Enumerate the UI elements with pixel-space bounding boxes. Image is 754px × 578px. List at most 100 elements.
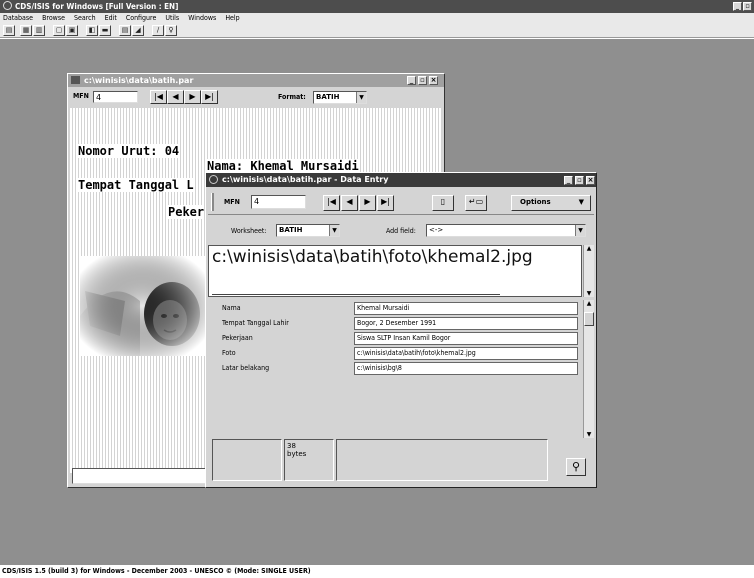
- data-entry-title-bar: c:\winisis\data\batih.par - Data Entry: [206, 173, 596, 187]
- field-value[interactable]: c:\winisis\data\batih\foto\khemal2.jpg: [354, 347, 578, 360]
- field-row[interactable]: Tempat Tanggal Lahir Bogor, 2 Desember 1…: [208, 317, 582, 330]
- editor-scrollbar[interactable]: ▲ ▼: [583, 245, 594, 297]
- first-record-button[interactable]: |◀: [150, 90, 167, 104]
- browse-minimize-button[interactable]: _: [407, 76, 416, 85]
- add-field-value: <->: [429, 226, 444, 234]
- record-line-nomor: Nomor Urut: 04: [78, 144, 180, 158]
- options-label: Options: [520, 198, 551, 206]
- scroll-up-icon[interactable]: ▲: [584, 245, 594, 252]
- index-icon[interactable]: ▤: [119, 25, 131, 36]
- field-value[interactable]: c:\winisis\bg\8: [354, 362, 578, 375]
- menu-utils[interactable]: Utils: [165, 13, 179, 24]
- minimize-button[interactable]: _: [733, 2, 742, 11]
- chevron-down-icon: ▼: [578, 198, 584, 206]
- new-record-icon[interactable]: ▯: [432, 195, 454, 211]
- save-record-icon[interactable]: ↵▭: [465, 195, 487, 211]
- toolbar-grip: [211, 193, 214, 211]
- entry-last-record-button[interactable]: ▶|: [377, 195, 394, 211]
- options-dropdown[interactable]: Options ▼: [511, 195, 591, 211]
- browse-close-button[interactable]: ×: [429, 76, 438, 85]
- edit-icon[interactable]: ◢: [132, 25, 144, 36]
- window-icon: [209, 175, 218, 184]
- field-label: Pekerjaan: [222, 334, 253, 342]
- app-title-bar: CDS/ISIS for Windows [Full Version : EN]…: [0, 0, 754, 13]
- record-size-value: 38: [287, 442, 296, 450]
- data-entry-title: c:\winisis\data\batih.par - Data Entry: [222, 175, 389, 184]
- format-select[interactable]: BATIH ▼: [313, 91, 367, 104]
- menu-configure[interactable]: Configure: [126, 13, 157, 24]
- field-label: Foto: [222, 349, 236, 357]
- last-record-button[interactable]: ▶|: [201, 90, 218, 104]
- app-icon: [3, 1, 12, 10]
- next-record-button[interactable]: ▶: [184, 90, 201, 104]
- data-entry-window: c:\winisis\data\batih.par - Data Entry _…: [205, 172, 597, 488]
- chevron-down-icon[interactable]: ▼: [329, 225, 339, 236]
- restore-button[interactable]: ▫: [743, 2, 752, 11]
- save-icon[interactable]: ▦: [20, 25, 32, 36]
- menu-browse[interactable]: Browse: [42, 13, 65, 24]
- menu-edit[interactable]: Edit: [105, 13, 117, 24]
- entry-next-record-button[interactable]: ▶: [359, 195, 376, 211]
- status-cell-3: [336, 439, 548, 481]
- worksheet-value: BATIH: [279, 226, 303, 234]
- current-field-editor[interactable]: c:\winisis\data\batih\foto\khemal2.jpg: [208, 245, 582, 297]
- chevron-down-icon[interactable]: ▼: [575, 225, 585, 236]
- browse-maximize-button[interactable]: ▫: [418, 76, 427, 85]
- record-photo: [80, 256, 205, 356]
- add-field-select[interactable]: <-> ▼: [426, 224, 586, 237]
- entry-mfn-label: MFN: [224, 198, 240, 206]
- search-bulb-icon[interactable]: ♀: [165, 25, 177, 36]
- field-row[interactable]: Latar belakang c:\winisis\bg\8: [208, 362, 582, 375]
- record-line-nama: Nama: Khemal Mursaidi: [207, 159, 359, 173]
- main-toolbar: ▤ ▦ ▥ ▢ ▣ ◧ ▬ ▤ ◢ ∕ ♀: [0, 24, 754, 38]
- scroll-down-icon[interactable]: ▼: [584, 290, 594, 297]
- field-label: Tempat Tanggal Lahir: [222, 319, 289, 327]
- toolbar-divider: [208, 214, 594, 215]
- menu-windows[interactable]: Windows: [188, 13, 216, 24]
- menu-search[interactable]: Search: [74, 13, 96, 24]
- copy-icon[interactable]: ▢: [53, 25, 65, 36]
- window-icon: [71, 76, 80, 84]
- scroll-down-icon[interactable]: ▼: [584, 431, 594, 438]
- worksheet-select[interactable]: BATIH ▼: [276, 224, 340, 237]
- pencil-icon[interactable]: ∕: [152, 25, 164, 36]
- print-icon[interactable]: ▬: [99, 25, 111, 36]
- menu-bar: Database Browse Search Edit Configure Ut…: [0, 13, 754, 24]
- entry-previous-record-button[interactable]: ◀: [341, 195, 358, 211]
- app-title: CDS/ISIS for Windows [Full Version : EN]: [15, 2, 179, 11]
- replace-icon[interactable]: ▣: [66, 25, 78, 36]
- print-setup-icon[interactable]: ▥: [33, 25, 45, 36]
- current-field-text: c:\winisis\data\batih\foto\khemal2.jpg: [212, 247, 533, 267]
- open-database-icon[interactable]: ▤: [3, 25, 15, 36]
- field-row[interactable]: Foto c:\winisis\data\batih\foto\khemal2.…: [208, 347, 582, 360]
- field-grid: Nama Khemal Mursaidi Tempat Tanggal Lahi…: [208, 300, 582, 438]
- entry-close-button[interactable]: ×: [586, 176, 595, 185]
- menu-help[interactable]: Help: [225, 13, 239, 24]
- format-label: Format:: [278, 93, 306, 101]
- field-value[interactable]: Siswa SLTP Insan Kamil Bogor: [354, 332, 578, 345]
- field-row[interactable]: Nama Khemal Mursaidi: [208, 302, 582, 315]
- entry-maximize-button[interactable]: ▫: [575, 176, 584, 185]
- magnifier-icon[interactable]: ⚲: [566, 458, 586, 476]
- field-label: Latar belakang: [222, 364, 270, 372]
- entry-first-record-button[interactable]: |◀: [323, 195, 340, 211]
- chevron-down-icon[interactable]: ▼: [356, 92, 366, 103]
- scroll-up-icon[interactable]: ▲: [584, 300, 594, 307]
- entry-minimize-button[interactable]: _: [564, 176, 573, 185]
- browse-window-title-bar: c:\winisis\data\batih.par: [68, 74, 444, 87]
- field-row[interactable]: Pekerjaan Siswa SLTP Insan Kamil Bogor: [208, 332, 582, 345]
- field-value[interactable]: Bogor, 2 Desember 1991: [354, 317, 578, 330]
- menu-database[interactable]: Database: [3, 13, 33, 24]
- field-label: Nama: [222, 304, 241, 312]
- record-line-pekerjaan: Peker: [168, 205, 205, 219]
- field-value[interactable]: Khemal Mursaidi: [354, 302, 578, 315]
- mfn-input[interactable]: 4: [93, 91, 138, 103]
- format-value: BATIH: [316, 93, 340, 101]
- preview-icon[interactable]: ◧: [86, 25, 98, 36]
- status-cell-1: [212, 439, 282, 481]
- grid-scrollbar[interactable]: ▲ ▼: [583, 300, 594, 438]
- previous-record-button[interactable]: ◀: [167, 90, 184, 104]
- scroll-thumb[interactable]: [584, 312, 594, 326]
- entry-mfn-input[interactable]: 4: [251, 195, 306, 209]
- browse-window-title: c:\winisis\data\batih.par: [84, 76, 194, 85]
